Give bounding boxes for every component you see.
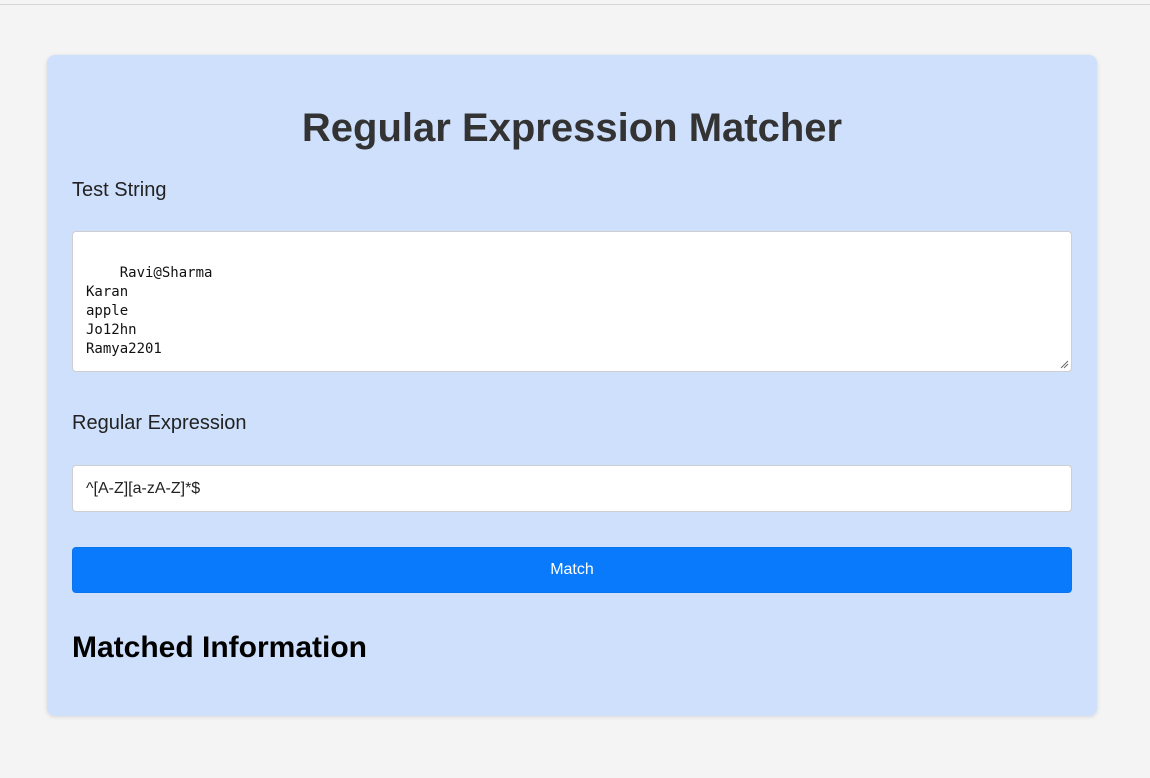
regex-input[interactable]: ^[A-Z][a-zA-Z]*$ bbox=[72, 465, 1072, 512]
test-string-label: Test String bbox=[72, 179, 167, 201]
match-button[interactable]: Match bbox=[72, 547, 1072, 593]
test-string-textarea[interactable]: Ravi@Sharma Karan apple Jo12hn Ramya2201 bbox=[72, 231, 1072, 372]
regex-label: Regular Expression bbox=[72, 412, 247, 434]
test-string-value: Ravi@Sharma Karan apple Jo12hn Ramya2201 bbox=[86, 265, 213, 357]
matcher-card: Regular Expression Matcher Test String R… bbox=[47, 55, 1097, 716]
matched-information-heading: Matched Information bbox=[72, 631, 368, 664]
page-title: Regular Expression Matcher bbox=[301, 106, 843, 150]
resize-grip-icon[interactable] bbox=[1059, 359, 1069, 369]
top-divider bbox=[0, 4, 1150, 5]
